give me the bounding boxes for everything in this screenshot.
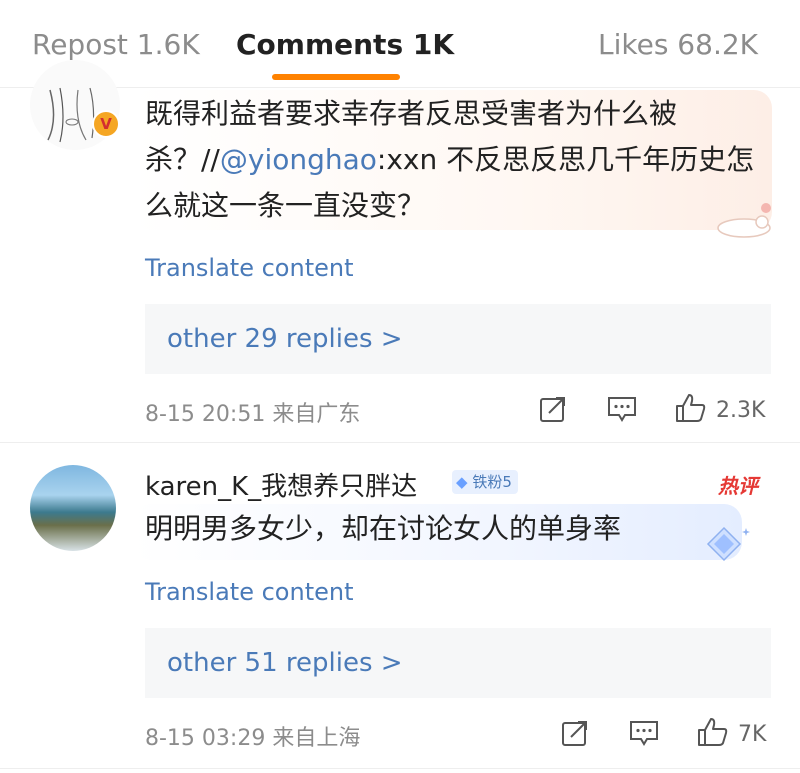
comment-meta: 8-15 03:29 来自上海 — [145, 726, 361, 751]
verified-badge-icon: V — [92, 110, 120, 138]
comment-divider — [0, 768, 800, 769]
repost-icon[interactable] — [538, 394, 568, 424]
comment-icon[interactable] — [628, 718, 660, 748]
tab-likes[interactable]: Likes 68.2K — [598, 28, 758, 62]
thumbs-up-icon — [674, 392, 708, 428]
comment-text: 明明男多女少，却在讨论女人的单身率 — [145, 512, 622, 545]
comment-text: 既得利益者要求幸存者反思受害者为什么被杀？//@yionghao:xxn 不反思… — [145, 97, 755, 222]
replies-box[interactable]: other 51 replies > — [145, 628, 771, 698]
replies-link[interactable]: other 51 replies > — [167, 648, 403, 678]
comment-icon[interactable] — [606, 394, 638, 424]
like-count: 2.3K — [716, 397, 766, 423]
tab-repost[interactable]: Repost 1.6K — [32, 28, 200, 62]
comment-tabs: Repost 1.6K Comments 1K Likes 68.2K — [0, 0, 800, 88]
active-tab-indicator — [272, 74, 400, 80]
translate-link[interactable]: Translate content — [145, 578, 354, 606]
like-count: 7K — [738, 721, 767, 747]
hot-comment-tag: 热评 — [718, 474, 758, 498]
comment-divider — [0, 442, 800, 443]
repost-icon[interactable] — [560, 718, 590, 748]
user-mention-link[interactable]: @yionghao — [220, 143, 377, 176]
replies-link[interactable]: other 29 replies > — [167, 324, 403, 354]
replies-box[interactable]: other 29 replies > — [145, 304, 771, 374]
like-button[interactable]: 7K — [696, 716, 766, 752]
diamond-icon: ◆ — [456, 473, 468, 491]
comment-meta: 8-15 20:51 来自广东 — [145, 402, 361, 427]
fan-badge: ◆ 铁粉5 — [452, 470, 518, 494]
thumbs-up-icon — [696, 716, 730, 752]
avatar[interactable] — [30, 465, 116, 551]
tab-divider — [0, 87, 800, 88]
tab-comments[interactable]: Comments 1K — [236, 28, 454, 62]
comment-username[interactable]: karen_K_我想养只胖达 — [145, 466, 417, 503]
translate-link[interactable]: Translate content — [145, 254, 354, 282]
like-button[interactable]: 2.3K — [674, 392, 765, 428]
